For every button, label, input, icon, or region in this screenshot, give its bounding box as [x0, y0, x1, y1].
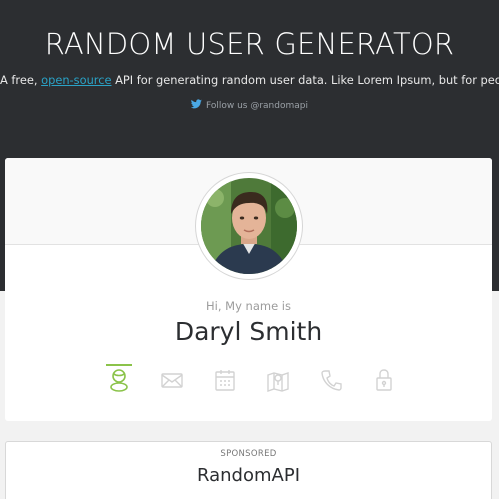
envelope-icon	[160, 367, 184, 397]
tab-name[interactable]	[101, 364, 137, 404]
sponsored-label: SPONSORED	[220, 449, 277, 459]
sponsored-panel: SPONSORED RandomAPI	[5, 441, 492, 499]
tab-password[interactable]	[366, 364, 402, 404]
tagline-suffix: API for generating random user data. Lik…	[111, 73, 499, 87]
follow-link[interactable]: Follow us @randomapi	[0, 99, 499, 112]
page-title: RANDOM USER GENERATOR	[44, 27, 455, 61]
user-card: Hi, My name is Daryl Smith	[5, 158, 492, 421]
calendar-icon	[213, 367, 237, 397]
greeting-text: Hi, My name is	[206, 299, 291, 313]
phone-icon	[319, 367, 343, 397]
user-name: Daryl Smith	[174, 317, 323, 346]
lock-icon	[372, 367, 396, 397]
twitter-bird-icon	[190, 99, 202, 112]
tab-birthday[interactable]	[207, 364, 243, 404]
tagline: A free, open-source API for generating r…	[0, 73, 499, 87]
detail-tabs	[101, 364, 421, 404]
tab-email[interactable]	[154, 364, 190, 404]
avatar	[201, 178, 297, 274]
open-source-link[interactable]: open-source	[41, 73, 111, 87]
tagline-prefix: A free,	[0, 73, 42, 87]
tab-location[interactable]	[260, 364, 296, 404]
user-icon	[107, 367, 131, 397]
follow-text: Follow us @randomapi	[206, 100, 308, 111]
tab-phone[interactable]	[313, 364, 349, 404]
sponsor-link[interactable]: RandomAPI	[6, 465, 491, 486]
map-icon	[266, 367, 290, 397]
avatar-frame	[195, 172, 303, 280]
